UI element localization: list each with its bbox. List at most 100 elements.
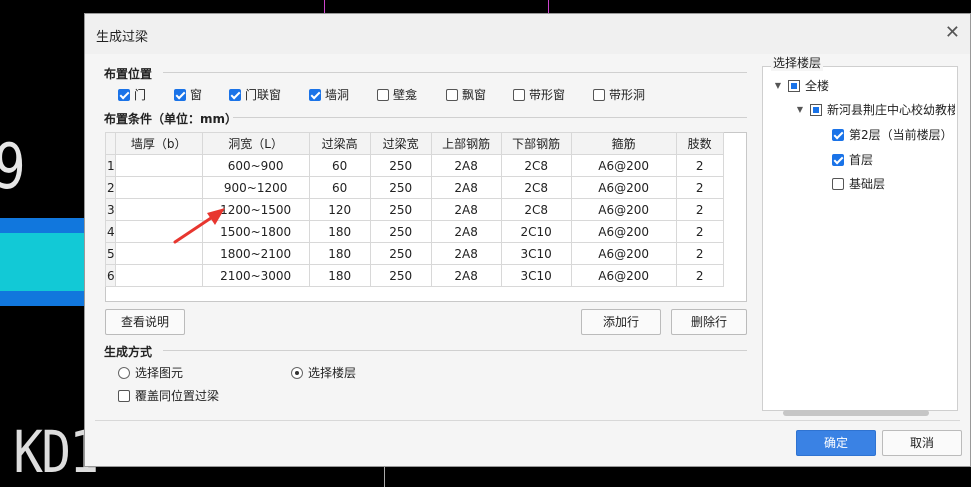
delete-row-button[interactable]: 删除行	[671, 309, 747, 335]
cell-top-rebar[interactable]: 2A8	[430, 242, 502, 265]
cell-lintel-width[interactable]: 250	[369, 154, 432, 177]
column-header[interactable]: 上部钢筋	[430, 132, 502, 155]
expand-triangle-icon[interactable]: ▼	[795, 105, 805, 114]
column-header[interactable]: 过梁宽	[369, 132, 432, 155]
cell-wall-thickness[interactable]	[114, 264, 203, 287]
cell-wall-thickness[interactable]	[114, 198, 203, 221]
option-window[interactable]: 窗	[174, 86, 202, 103]
cell-top-rebar[interactable]: 2A8	[430, 176, 502, 199]
add-row-button[interactable]: 添加行	[581, 309, 661, 335]
cell-wall-thickness[interactable]	[114, 176, 203, 199]
cell-lintel-height[interactable]: 120	[308, 198, 371, 221]
tree-node-all-floors[interactable]: ▼ 全楼	[773, 77, 829, 94]
table-row[interactable]: 6 2100~3000 180 250 2A8 3C10 A6@200 2	[105, 264, 724, 287]
row-number[interactable]: 3	[105, 198, 116, 221]
radio-select-element[interactable]: 选择图元	[118, 364, 183, 381]
tree-node-floor-2[interactable]: 第2层（当前楼层）	[832, 126, 953, 143]
cell-opening-width[interactable]: 600~900	[201, 154, 310, 177]
cell-stirrup[interactable]: A6@200	[570, 242, 677, 265]
cell-top-rebar[interactable]: 2A8	[430, 264, 502, 287]
cell-lintel-width[interactable]: 250	[369, 198, 432, 221]
cell-stirrup[interactable]: A6@200	[570, 154, 677, 177]
cell-opening-width[interactable]: 1500~1800	[201, 220, 310, 243]
cell-lintel-height[interactable]: 180	[308, 264, 371, 287]
column-header[interactable]: 过梁高	[308, 132, 371, 155]
cell-lintel-width[interactable]: 250	[369, 242, 432, 265]
cell-opening-width[interactable]: 1200~1500	[201, 198, 310, 221]
option-bay-window[interactable]: 飘窗	[446, 86, 486, 103]
select-floor-radio[interactable]	[291, 366, 303, 379]
cell-legs[interactable]: 2	[675, 154, 724, 177]
cell-bottom-rebar[interactable]: 3C10	[500, 242, 572, 265]
cell-top-rebar[interactable]: 2A8	[430, 198, 502, 221]
tree-node-project[interactable]: ▼ 新河县荆庄中心校幼教楼	[795, 101, 955, 118]
cell-legs[interactable]: 2	[675, 198, 724, 221]
option-door[interactable]: 门	[118, 86, 146, 103]
door-window-checkbox[interactable]	[229, 88, 241, 101]
overwrite-option[interactable]: 覆盖同位置过梁	[118, 387, 219, 404]
option-wall-opening[interactable]: 墙洞	[309, 86, 349, 103]
bay-window-checkbox[interactable]	[446, 88, 458, 101]
option-niche[interactable]: 壁龛	[377, 86, 417, 103]
cell-lintel-height[interactable]: 60	[308, 154, 371, 177]
niche-checkbox[interactable]	[377, 88, 389, 101]
cell-legs[interactable]: 2	[675, 176, 724, 199]
ok-button[interactable]: 确定	[796, 430, 876, 456]
cell-legs[interactable]: 2	[675, 242, 724, 265]
cell-bottom-rebar[interactable]: 2C10	[500, 220, 572, 243]
option-strip-window[interactable]: 带形窗	[513, 86, 565, 103]
option-door-window[interactable]: 门联窗	[229, 86, 281, 103]
radio-select-floor[interactable]: 选择楼层	[291, 364, 356, 381]
table-row[interactable]: 3 1200~1500 120 250 2A8 2C8 A6@200 2	[105, 198, 724, 221]
cell-lintel-height[interactable]: 60	[308, 176, 371, 199]
row-number[interactable]: 5	[105, 242, 116, 265]
partial-checkbox[interactable]	[788, 79, 800, 92]
expand-triangle-icon[interactable]: ▼	[773, 81, 783, 90]
first-floor-checkbox[interactable]	[832, 153, 844, 166]
strip-window-checkbox[interactable]	[513, 88, 525, 101]
row-number[interactable]: 4	[105, 220, 116, 243]
window-checkbox[interactable]	[174, 88, 186, 101]
cell-legs[interactable]: 2	[675, 264, 724, 287]
column-header[interactable]: 洞宽（L）	[201, 132, 310, 155]
help-button[interactable]: 查看说明	[105, 309, 185, 335]
cell-opening-width[interactable]: 900~1200	[201, 176, 310, 199]
row-number[interactable]: 6	[105, 264, 116, 287]
cell-lintel-width[interactable]: 250	[369, 176, 432, 199]
cell-opening-width[interactable]: 1800~2100	[201, 242, 310, 265]
cell-lintel-width[interactable]: 250	[369, 220, 432, 243]
column-header[interactable]: 肢数	[675, 132, 724, 155]
door-checkbox[interactable]	[118, 88, 130, 101]
column-header[interactable]: 下部钢筋	[500, 132, 572, 155]
cell-wall-thickness[interactable]	[114, 220, 203, 243]
cell-legs[interactable]: 2	[675, 220, 724, 243]
overwrite-checkbox[interactable]	[118, 389, 130, 402]
horizontal-scrollbar[interactable]	[783, 410, 929, 416]
row-number[interactable]: 1	[105, 154, 116, 177]
cell-bottom-rebar[interactable]: 2C8	[500, 176, 572, 199]
option-strip-opening[interactable]: 带形洞	[593, 86, 645, 103]
cell-wall-thickness[interactable]	[114, 242, 203, 265]
cell-lintel-height[interactable]: 180	[308, 220, 371, 243]
cell-stirrup[interactable]: A6@200	[570, 176, 677, 199]
column-header[interactable]: 墙厚（b）	[114, 132, 203, 155]
cancel-button[interactable]: 取消	[882, 430, 962, 456]
tree-node-foundation[interactable]: 基础层	[832, 175, 885, 192]
table-row[interactable]: 1 600~900 60 250 2A8 2C8 A6@200 2	[105, 154, 724, 177]
cell-stirrup[interactable]: A6@200	[570, 264, 677, 287]
cell-bottom-rebar[interactable]: 2C8	[500, 198, 572, 221]
tree-node-first-floor[interactable]: 首层	[832, 151, 873, 168]
cell-top-rebar[interactable]: 2A8	[430, 154, 502, 177]
cell-top-rebar[interactable]: 2A8	[430, 220, 502, 243]
cell-bottom-rebar[interactable]: 3C10	[500, 264, 572, 287]
table-row[interactable]: 2 900~1200 60 250 2A8 2C8 A6@200 2	[105, 176, 724, 199]
strip-opening-checkbox[interactable]	[593, 88, 605, 101]
cell-opening-width[interactable]: 2100~3000	[201, 264, 310, 287]
select-element-radio[interactable]	[118, 366, 130, 379]
table-row[interactable]: 4 1500~1800 180 250 2A8 2C10 A6@200 2	[105, 220, 724, 243]
table-row[interactable]: 5 1800~2100 180 250 2A8 3C10 A6@200 2	[105, 242, 724, 265]
close-icon[interactable]: ✕	[945, 23, 960, 43]
cell-stirrup[interactable]: A6@200	[570, 198, 677, 221]
cell-lintel-width[interactable]: 250	[369, 264, 432, 287]
row-number[interactable]: 2	[105, 176, 116, 199]
